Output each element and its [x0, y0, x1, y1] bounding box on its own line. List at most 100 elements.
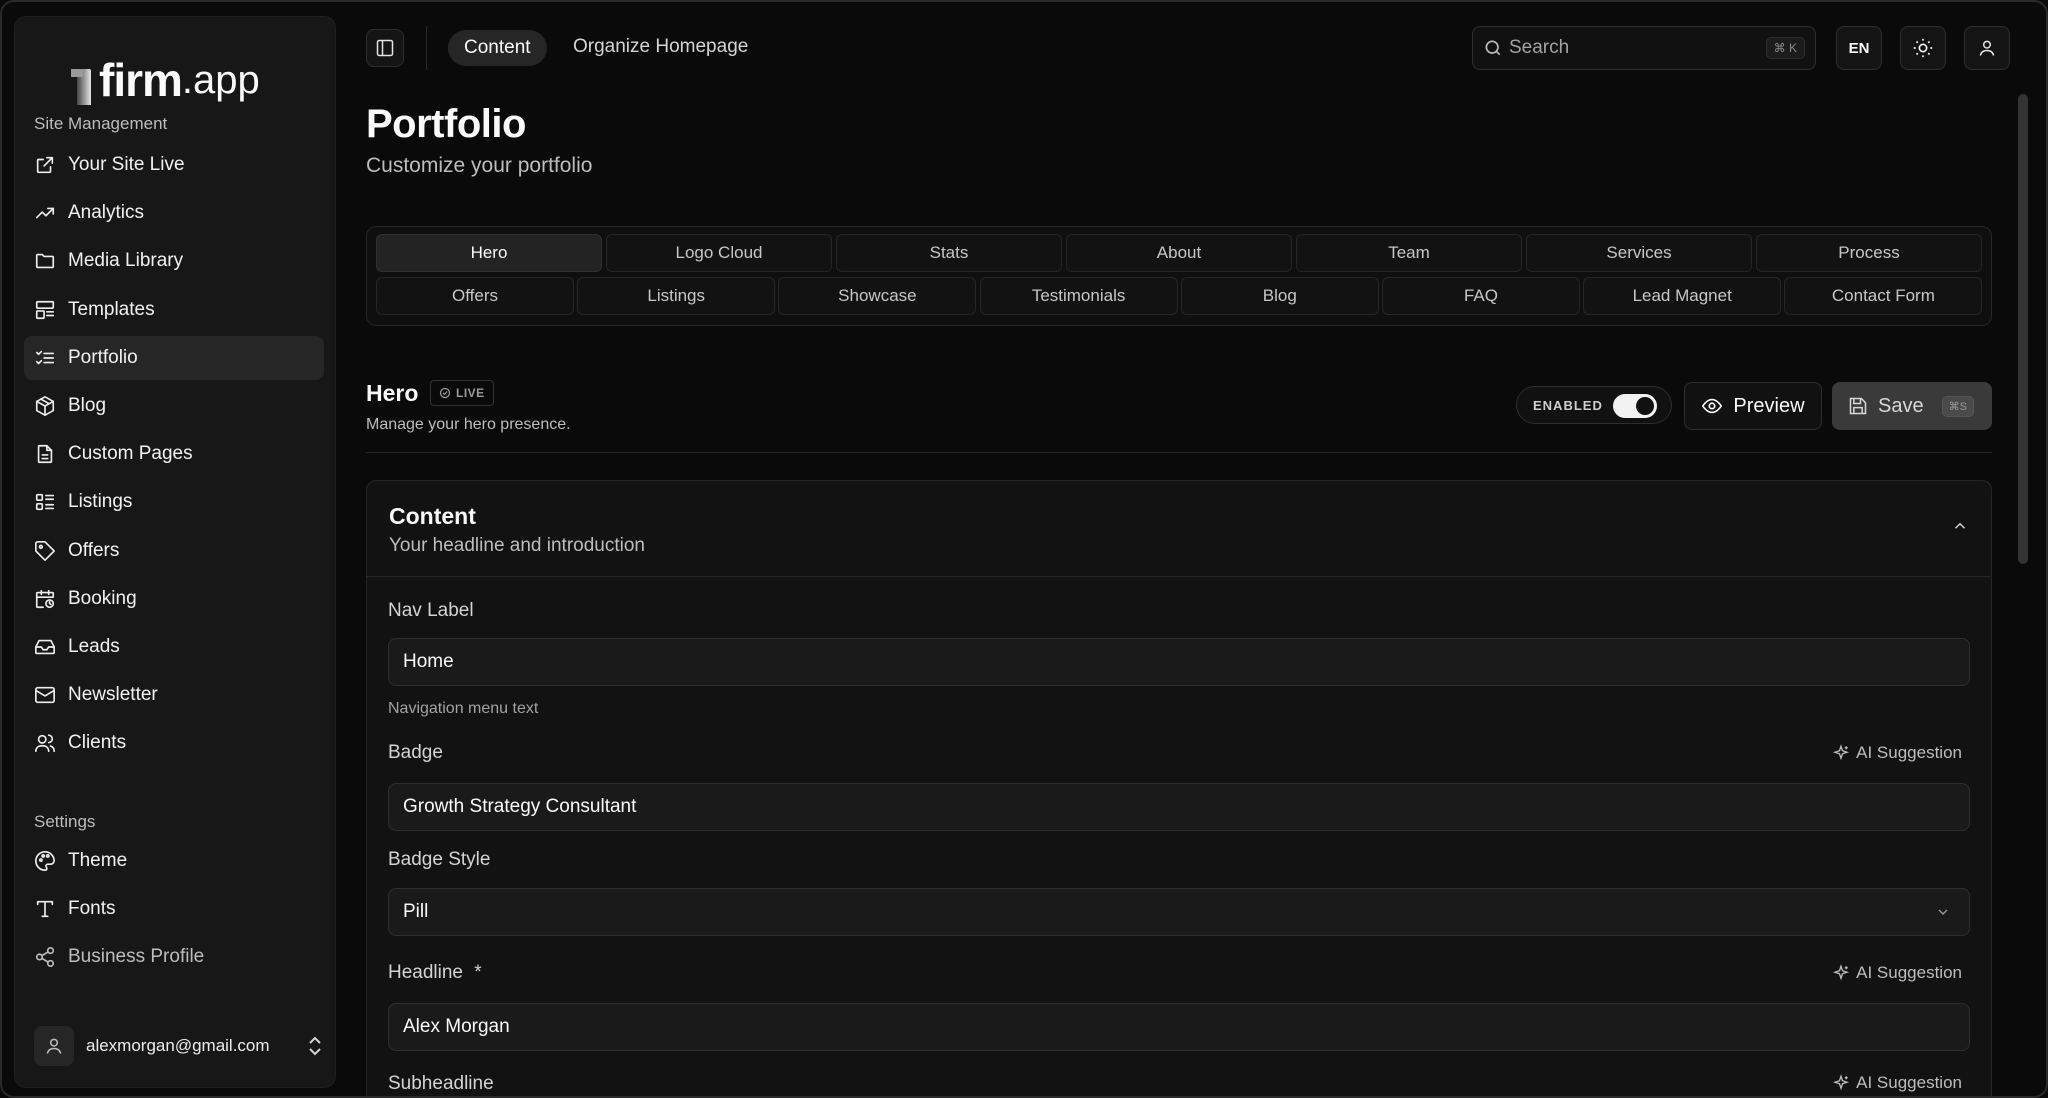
tab-testimonials[interactable]: Testimonials [979, 277, 1178, 315]
page-scrollbar[interactable] [2018, 94, 2028, 564]
tab-faq[interactable]: FAQ [1382, 277, 1580, 315]
sidebar-item-label: Listings [68, 491, 133, 513]
account-button[interactable] [1964, 26, 2010, 70]
badge-style-select[interactable]: Pill [388, 888, 1970, 936]
sidebar-item-theme[interactable]: Theme [24, 839, 324, 883]
sidebar-item-label: Analytics [68, 202, 145, 224]
tab-showcase[interactable]: Showcase [778, 277, 977, 315]
save-button[interactable]: Save ⌘S [1832, 382, 1992, 430]
headline-label: Headline * [388, 962, 482, 984]
tab-services[interactable]: Services [1526, 234, 1752, 272]
tab-listings[interactable]: Listings [577, 277, 776, 315]
headline-label-text: Headline [388, 962, 463, 983]
palette-icon [35, 851, 55, 871]
tab-process[interactable]: Process [1756, 234, 1982, 272]
box-icon [35, 396, 55, 416]
sidebar-panel-icon [376, 39, 394, 57]
sidebar-item-your-site-live[interactable]: Your Site Live [24, 143, 324, 187]
sidebar-item-leads[interactable]: Leads [24, 625, 324, 669]
headline-input[interactable]: Alex Morgan [388, 1003, 1970, 1051]
calendar-clock-icon [35, 589, 55, 608]
enabled-toggle[interactable]: ENABLED [1516, 386, 1672, 424]
ai-suggestion-label: AI Suggestion [1856, 743, 1962, 762]
sidebar-item-newsletter[interactable]: Newsletter [24, 673, 324, 717]
inbox-icon [35, 639, 55, 655]
headline-ai-suggestion-button[interactable]: AI Suggestion [1832, 963, 1962, 983]
sparkles-icon [1833, 744, 1850, 761]
app-window: firm .app Site Management Your Site Live… [0, 0, 2048, 1098]
sidebar-item-label: Theme [68, 850, 128, 871]
sidebar-item-label: Portfolio [68, 346, 138, 368]
sidebar-item-label: Custom Pages [68, 443, 193, 465]
sidebar-item-label: Clients [68, 732, 127, 754]
live-badge-label: LIVE [456, 386, 485, 400]
search-shortcut: ⌘ K [1765, 37, 1805, 59]
site-management-heading: Site Management [34, 114, 168, 133]
sidebar-item-portfolio[interactable]: Portfolio [24, 335, 324, 380]
sidebar-item-fonts[interactable]: Fonts [24, 887, 324, 931]
tag-icon [35, 540, 55, 561]
sidebar-item-blog[interactable]: Blog [24, 384, 324, 428]
chevron-up-icon[interactable] [1951, 517, 1969, 535]
tab-team[interactable]: Team [1296, 234, 1522, 272]
app-logo[interactable]: firm .app [71, 45, 260, 106]
badge-style-value: Pill [403, 901, 429, 922]
sidebar-item-booking[interactable]: Booking [24, 577, 324, 621]
theme-toggle-button[interactable] [1900, 26, 1946, 70]
sun-icon [1913, 38, 1933, 58]
subheadline-label: Subheadline [388, 1073, 494, 1094]
logo-mark-icon [71, 69, 95, 105]
save-label: Save [1878, 394, 1924, 417]
page-subtitle: Customize your portfolio [366, 154, 593, 177]
tab-hero[interactable]: Hero [376, 234, 602, 272]
enabled-label: ENABLED [1533, 397, 1603, 413]
sidebar-item-media-library[interactable]: Media Library [24, 239, 324, 283]
breadcrumb-organize-homepage[interactable]: Organize Homepage [573, 36, 748, 58]
badge-style-label: Badge Style [388, 849, 491, 870]
logo-text: firm [99, 54, 183, 106]
eye-icon [1702, 398, 1723, 414]
sidebar-item-label: Blog [68, 395, 107, 416]
tab-contact-form[interactable]: Contact Form [1784, 277, 1983, 315]
list-checks-icon [35, 350, 55, 365]
badge-label: Badge [388, 742, 443, 763]
nav-label-label: Nav Label [388, 600, 474, 621]
sidebar-item-custom-pages[interactable]: Custom Pages [24, 432, 324, 476]
tab-lead-magnet[interactable]: Lead Magnet [1583, 277, 1782, 315]
trending-up-icon [35, 207, 55, 219]
chevrons-up-down-icon[interactable] [306, 1035, 324, 1057]
tab-about[interactable]: About [1066, 234, 1292, 272]
language-button[interactable]: EN [1836, 26, 1882, 70]
sidebar-item-analytics[interactable]: Analytics [24, 191, 324, 235]
subheadline-ai-suggestion-button[interactable]: AI Suggestion [1832, 1073, 1962, 1093]
tab-stats[interactable]: Stats [836, 234, 1062, 272]
toggle-switch[interactable] [1613, 394, 1657, 418]
sidebar-item-offers[interactable]: Offers [24, 529, 324, 573]
sidebar-item-listings[interactable]: Listings [24, 480, 324, 524]
check-circle-icon [439, 387, 451, 399]
sidebar-item-templates[interactable]: Templates [24, 288, 324, 332]
external-link-icon [36, 156, 54, 174]
sidebar-item-business-profile[interactable]: Business Profile [24, 935, 324, 979]
sidebar-item-clients[interactable]: Clients [24, 721, 324, 765]
preview-button[interactable]: Preview [1684, 382, 1822, 430]
preview-label: Preview [1733, 394, 1805, 417]
nav-label-input[interactable]: Home [388, 638, 1970, 686]
sidebar-item-label: Fonts [68, 898, 116, 919]
breadcrumb-content[interactable]: Content [448, 30, 547, 66]
badge-input[interactable]: Growth Strategy Consultant [388, 783, 1970, 831]
user-menu[interactable]: alexmorgan@gmail.com [34, 1024, 324, 1068]
ai-suggestion-label: AI Suggestion [1856, 1073, 1962, 1092]
content-card-header[interactable]: Content Your headline and introduction [367, 481, 1991, 577]
search-icon [1485, 40, 1501, 56]
search-input[interactable]: Search ⌘ K [1472, 26, 1816, 70]
chevron-down-icon [1938, 909, 1948, 915]
tab-logo-cloud[interactable]: Logo Cloud [606, 234, 832, 272]
folder-icon [35, 254, 55, 269]
toggle-sidebar-button[interactable] [366, 29, 404, 67]
card-subtitle: Your headline and introduction [389, 535, 645, 556]
tab-offers[interactable]: Offers [376, 277, 574, 315]
tab-blog[interactable]: Blog [1180, 277, 1379, 315]
sidebar-item-label: Templates [68, 298, 155, 320]
badge-ai-suggestion-button[interactable]: AI Suggestion [1832, 743, 1962, 763]
